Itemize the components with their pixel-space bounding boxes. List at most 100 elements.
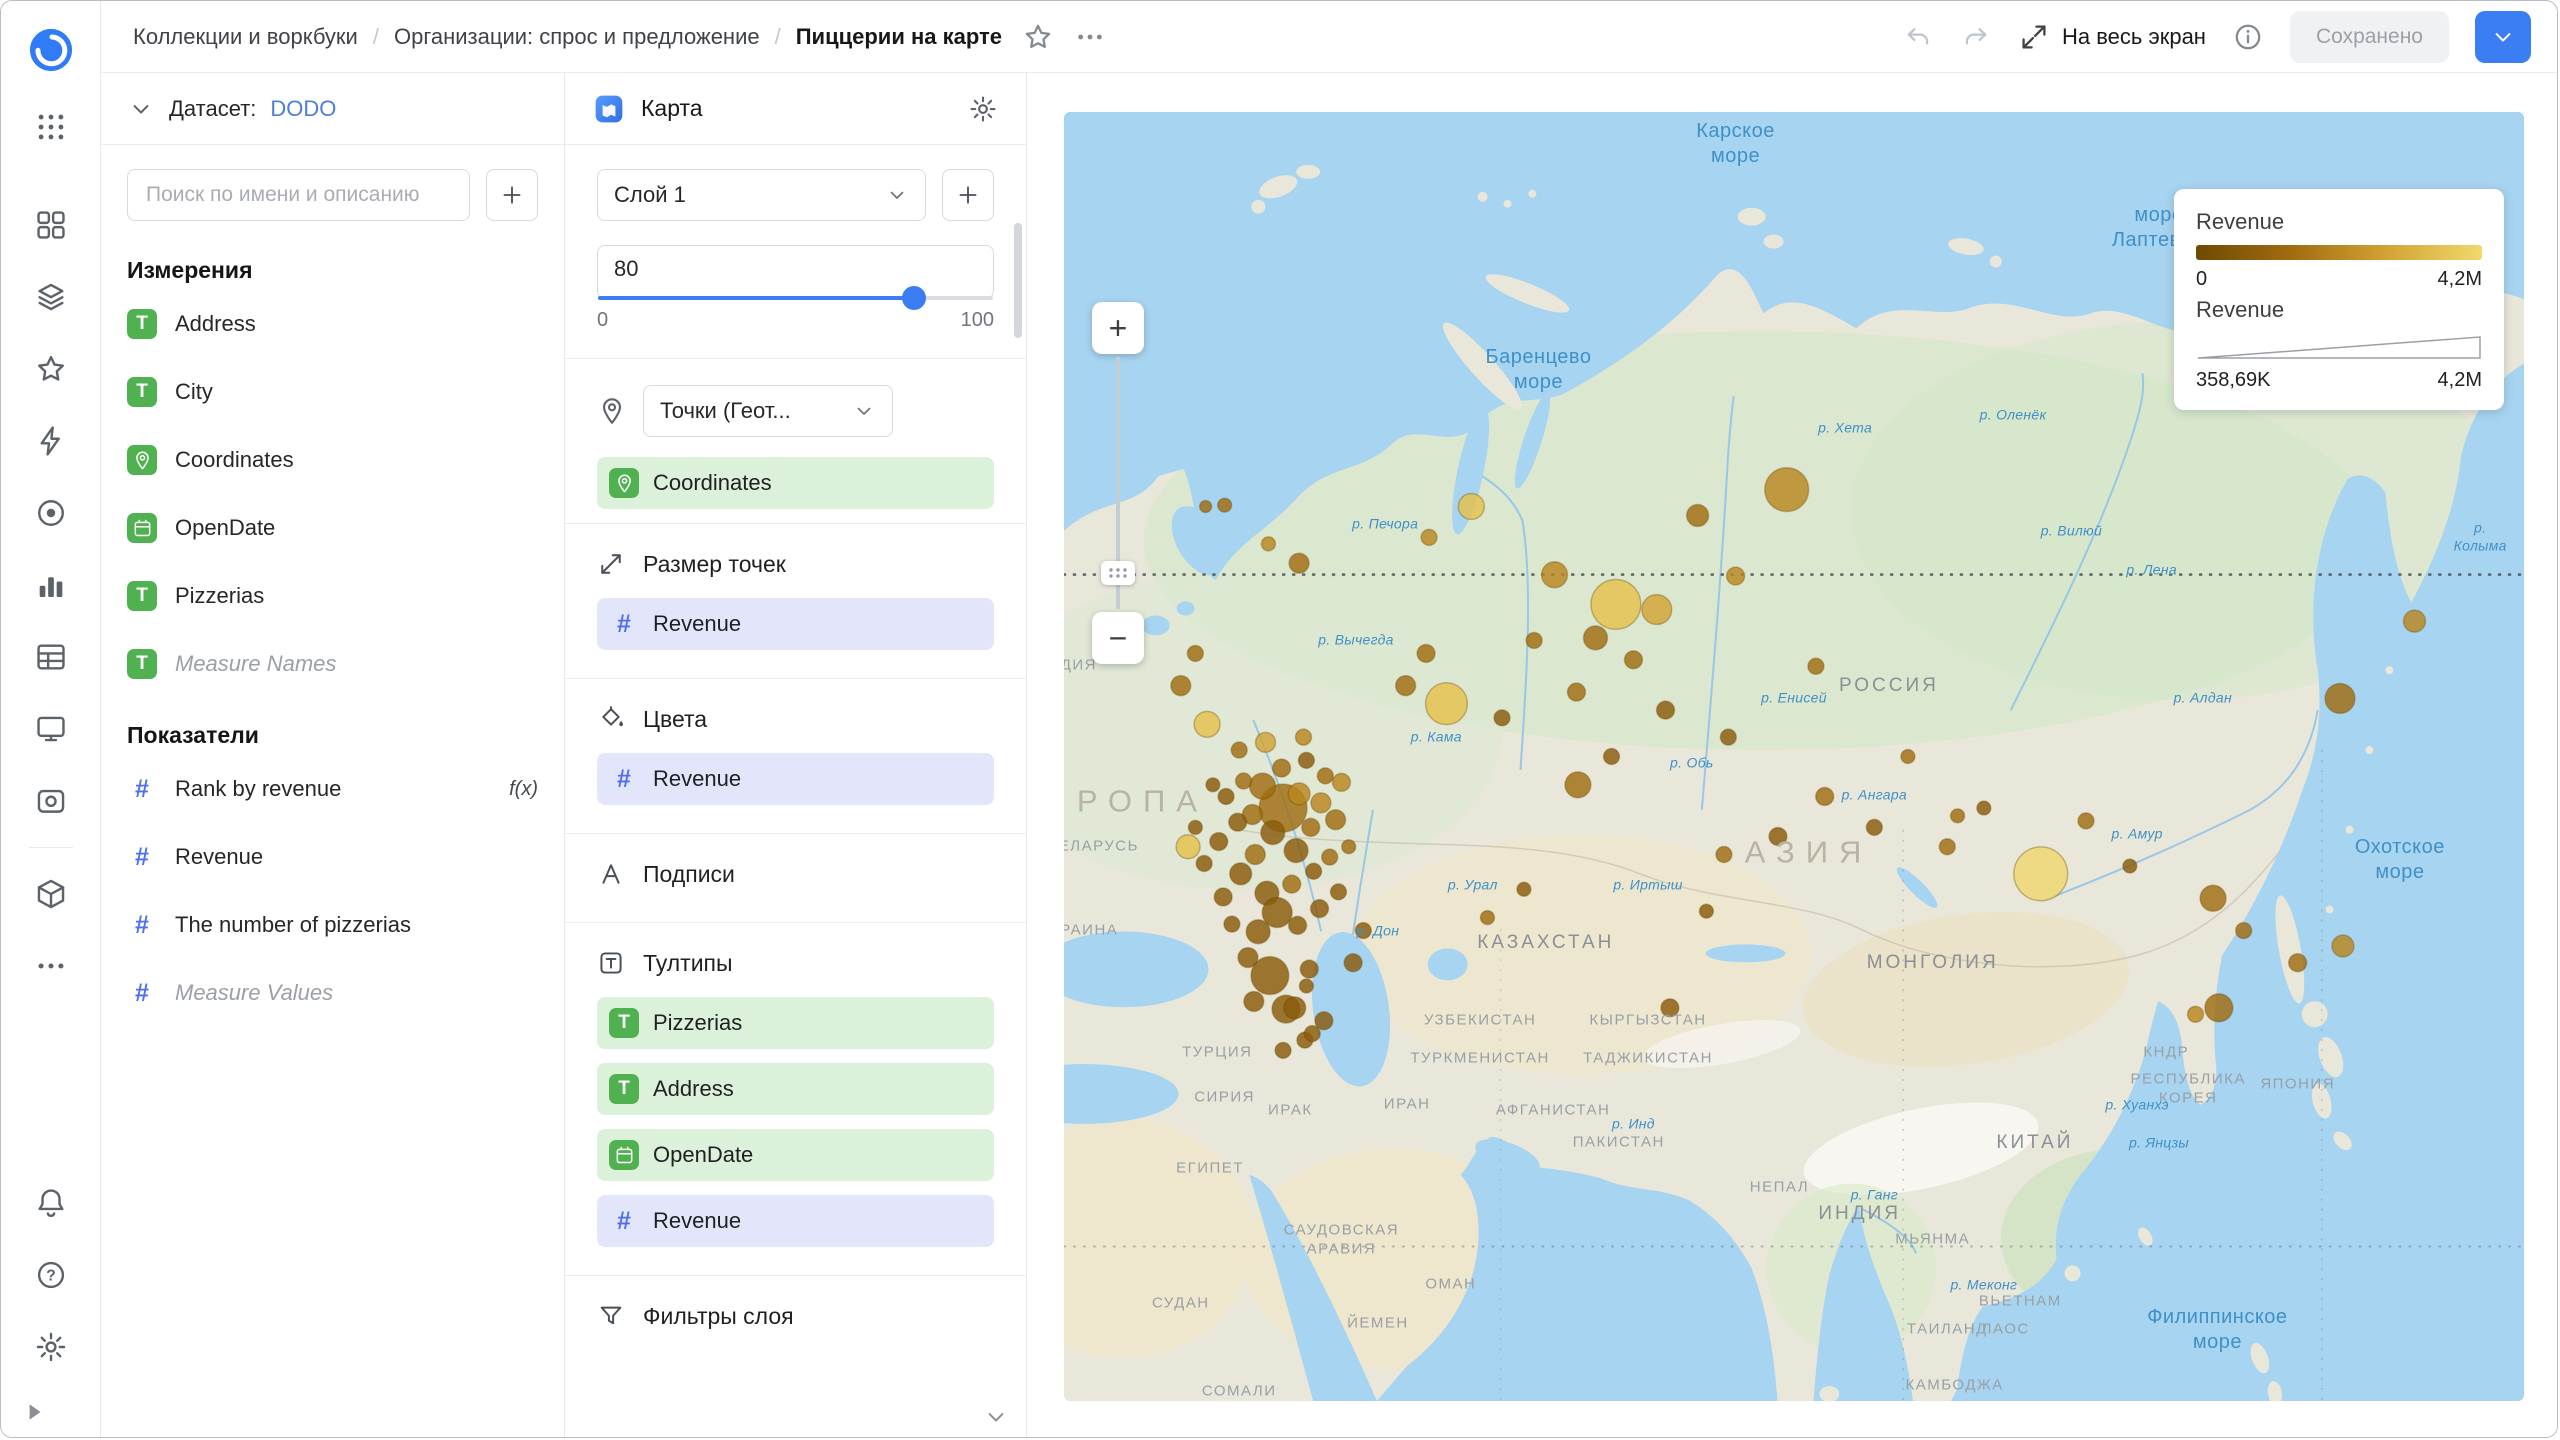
search-input[interactable] bbox=[127, 169, 470, 221]
map-point[interactable] bbox=[1699, 904, 1713, 918]
map-point[interactable] bbox=[2289, 954, 2307, 972]
breadcrumb-more-icon[interactable] bbox=[1074, 21, 1106, 53]
map-point[interactable] bbox=[1426, 683, 1468, 725]
breadcrumb-item[interactable]: Организации: спрос и предложение bbox=[394, 24, 760, 50]
zoom-slider-handle[interactable] bbox=[1101, 561, 1135, 585]
charts-icon[interactable] bbox=[21, 549, 81, 621]
apps-grid-icon[interactable] bbox=[21, 91, 81, 163]
opacity-slider-knob[interactable] bbox=[902, 286, 926, 310]
map-point[interactable] bbox=[1951, 809, 1965, 823]
map-point[interactable] bbox=[1517, 882, 1531, 896]
field-pill-address[interactable]: TAddress bbox=[597, 1063, 994, 1115]
map-point[interactable] bbox=[1727, 567, 1745, 585]
map-point[interactable] bbox=[2205, 994, 2233, 1022]
map-point[interactable] bbox=[2200, 885, 2226, 911]
map-point[interactable] bbox=[1716, 847, 1732, 863]
breadcrumb-item[interactable]: Коллекции и воркбуки bbox=[133, 24, 358, 50]
map-point[interactable] bbox=[1214, 888, 1232, 906]
map-point[interactable] bbox=[1176, 835, 1200, 859]
map-point[interactable] bbox=[1808, 658, 1824, 674]
dataset-field-opendate[interactable]: OpenDate bbox=[127, 494, 538, 562]
breadcrumb-item[interactable]: Пиццерии на карте bbox=[796, 24, 1002, 50]
dataset-field-measure-values[interactable]: #Measure Values bbox=[127, 959, 538, 1027]
chevron-down-icon[interactable] bbox=[127, 95, 155, 123]
map-point[interactable] bbox=[1542, 562, 1568, 588]
map-point[interactable] bbox=[2325, 684, 2355, 714]
geotype-select[interactable]: Точки (Геот... bbox=[643, 385, 893, 437]
map-point[interactable] bbox=[1765, 468, 1809, 512]
map-point[interactable] bbox=[1261, 821, 1285, 845]
map-point[interactable] bbox=[1196, 855, 1212, 871]
map-point[interactable] bbox=[1230, 863, 1252, 885]
map-point[interactable] bbox=[1330, 884, 1346, 900]
map-point[interactable] bbox=[1604, 749, 1620, 765]
widgets-icon[interactable] bbox=[21, 189, 81, 261]
map-point[interactable] bbox=[1194, 711, 1220, 737]
map-point[interactable] bbox=[1342, 840, 1356, 854]
storage-icon[interactable] bbox=[21, 765, 81, 837]
collections-icon[interactable] bbox=[21, 261, 81, 333]
add-field-button[interactable] bbox=[486, 169, 538, 221]
info-icon[interactable] bbox=[2232, 21, 2264, 53]
map-point[interactable] bbox=[1275, 1042, 1291, 1058]
field-pill-revenue[interactable]: #Revenue bbox=[597, 753, 994, 805]
layer-select[interactable]: Слой 1 bbox=[597, 169, 926, 221]
map-point[interactable] bbox=[1720, 729, 1736, 745]
map-point[interactable] bbox=[1355, 923, 1371, 939]
dataset-name-link[interactable]: DODO bbox=[270, 96, 336, 122]
map-point[interactable] bbox=[1816, 788, 1834, 806]
map-point[interactable] bbox=[1231, 742, 1247, 758]
map-point[interactable] bbox=[1256, 732, 1276, 752]
map-point[interactable] bbox=[1642, 595, 1672, 625]
map-point[interactable] bbox=[1284, 997, 1306, 1019]
map-point[interactable] bbox=[1296, 729, 1312, 745]
map-point[interactable] bbox=[1866, 819, 1882, 835]
map-point[interactable] bbox=[1284, 839, 1308, 863]
tables-icon[interactable] bbox=[21, 621, 81, 693]
map-point[interactable] bbox=[1206, 778, 1220, 792]
chart-settings-gear-icon[interactable] bbox=[968, 94, 998, 124]
save-dropdown-button[interactable] bbox=[2475, 11, 2531, 63]
cube-icon[interactable] bbox=[21, 858, 81, 930]
map-point[interactable] bbox=[1229, 813, 1247, 831]
map-point[interactable] bbox=[1311, 793, 1331, 813]
map-point[interactable] bbox=[1298, 752, 1314, 768]
favorites-star-icon[interactable] bbox=[21, 333, 81, 405]
map-point[interactable] bbox=[1171, 676, 1191, 696]
map-point[interactable] bbox=[1306, 863, 1322, 879]
opacity-slider-track[interactable] bbox=[598, 296, 993, 300]
map-point[interactable] bbox=[1187, 645, 1203, 661]
dataset-field-rank-by-revenue[interactable]: #Rank by revenuef(x) bbox=[127, 755, 538, 823]
panel-scrollbar[interactable] bbox=[1014, 223, 1022, 338]
map-point[interactable] bbox=[1326, 810, 1346, 830]
scroll-more-icon[interactable] bbox=[982, 1403, 1010, 1431]
map-point[interactable] bbox=[1300, 960, 1318, 978]
map-point[interactable] bbox=[1218, 789, 1234, 805]
help-icon[interactable]: ? bbox=[21, 1239, 81, 1311]
map-point[interactable] bbox=[2014, 847, 2068, 901]
map-point[interactable] bbox=[1304, 1026, 1320, 1042]
map-point[interactable] bbox=[1494, 710, 1510, 726]
map-point[interactable] bbox=[1188, 820, 1202, 834]
bell-icon[interactable] bbox=[21, 1167, 81, 1239]
map-point[interactable] bbox=[1311, 900, 1329, 918]
map-point[interactable] bbox=[1245, 845, 1265, 865]
dataset-field-pizzerias[interactable]: TPizzerias bbox=[127, 562, 538, 630]
map-point[interactable] bbox=[1246, 920, 1270, 944]
map-point[interactable] bbox=[1624, 651, 1642, 669]
redo-icon[interactable] bbox=[1960, 21, 1992, 53]
sidebar-expand-icon[interactable] bbox=[21, 1399, 47, 1425]
map-point[interactable] bbox=[2078, 813, 2094, 829]
map-point[interactable] bbox=[1218, 498, 1232, 512]
map-point[interactable] bbox=[1687, 504, 1709, 526]
map-point[interactable] bbox=[1224, 916, 1240, 932]
map-point[interactable] bbox=[1302, 818, 1320, 836]
map-point[interactable] bbox=[1939, 839, 1955, 855]
map-point[interactable] bbox=[1299, 979, 1313, 993]
map-point[interactable] bbox=[1289, 553, 1309, 573]
map-canvas[interactable]: Карское мореБаренцево мореморе ЛаптевыхО… bbox=[1064, 112, 2524, 1401]
dataset-field-revenue[interactable]: #Revenue bbox=[127, 823, 538, 891]
map-point[interactable] bbox=[1421, 529, 1437, 545]
favorite-star-icon[interactable] bbox=[1022, 21, 1054, 53]
field-pill-revenue[interactable]: #Revenue bbox=[597, 598, 994, 650]
